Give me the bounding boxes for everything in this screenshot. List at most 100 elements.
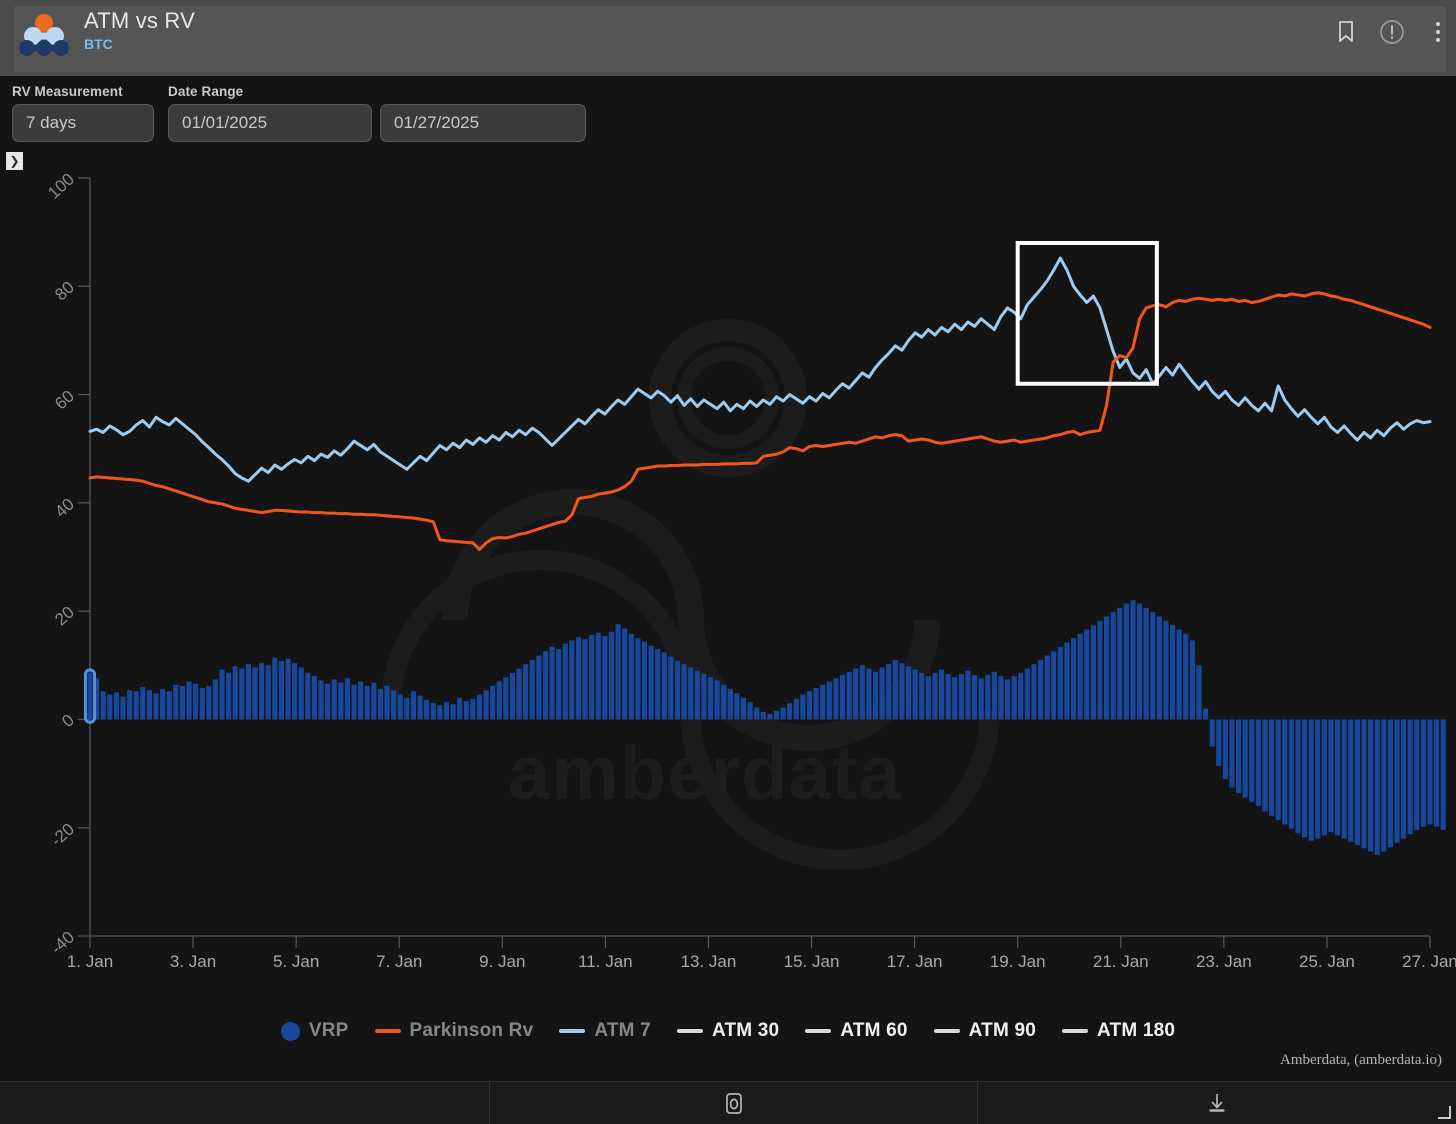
- vrp-bar[interactable]: [952, 677, 958, 720]
- vrp-bar[interactable]: [186, 681, 192, 720]
- vrp-bar[interactable]: [582, 639, 588, 720]
- vrp-bar[interactable]: [509, 672, 516, 720]
- vrp-bar[interactable]: [1374, 719, 1380, 855]
- vrp-bar[interactable]: [945, 673, 951, 720]
- series-line-parkinson-rv[interactable]: [88, 291, 1432, 551]
- vrp-bar[interactable]: [292, 663, 298, 720]
- vrp-bar[interactable]: [1321, 719, 1327, 836]
- vrp-bar[interactable]: [694, 670, 700, 720]
- vrp-bar[interactable]: [463, 701, 469, 720]
- vrp-bar[interactable]: [305, 672, 311, 720]
- vrp-bar[interactable]: [767, 714, 773, 720]
- vrp-bar[interactable]: [166, 691, 172, 720]
- vrp-bar[interactable]: [622, 628, 628, 720]
- vrp-bar[interactable]: [1196, 665, 1202, 720]
- vrp-bar[interactable]: [1077, 633, 1083, 720]
- vrp-bar[interactable]: [998, 676, 1004, 720]
- vrp-bar[interactable]: [1368, 719, 1374, 852]
- vrp-bar[interactable]: [793, 698, 799, 720]
- vrp-bar[interactable]: [1440, 719, 1446, 830]
- vrp-bar[interactable]: [1156, 616, 1162, 720]
- vrp-bar[interactable]: [575, 637, 582, 720]
- vrp-bar[interactable]: [120, 696, 126, 720]
- vrp-bar[interactable]: [483, 690, 489, 720]
- vrp-bar[interactable]: [140, 686, 146, 720]
- date-range-end-input[interactable]: 01/27/2025: [380, 104, 586, 142]
- vrp-bar[interactable]: [212, 679, 218, 720]
- rv-measurement-select[interactable]: 7 days: [12, 104, 154, 142]
- vrp-bar[interactable]: [516, 668, 522, 720]
- vrp-bar[interactable]: [1084, 629, 1090, 720]
- vrp-bar[interactable]: [437, 705, 443, 720]
- vrp-bar[interactable]: [681, 664, 687, 720]
- vrp-bar[interactable]: [1328, 719, 1334, 833]
- vrp-bar[interactable]: [1275, 719, 1281, 821]
- vrp-bar[interactable]: [272, 657, 278, 720]
- vrp-bar[interactable]: [259, 663, 265, 720]
- vrp-bar[interactable]: [278, 660, 284, 720]
- vrp-bar[interactable]: [813, 688, 819, 720]
- vrp-bar[interactable]: [1189, 640, 1195, 720]
- vrp-bar[interactable]: [107, 694, 113, 720]
- vrp-bar[interactable]: [780, 707, 786, 720]
- vrp-bar[interactable]: [1242, 719, 1248, 798]
- vrp-bar[interactable]: [800, 694, 806, 720]
- vrp-bar[interactable]: [523, 664, 529, 720]
- vrp-bar[interactable]: [734, 693, 740, 720]
- vrp-bar[interactable]: [318, 680, 324, 720]
- vrp-bar[interactable]: [358, 681, 364, 720]
- vrp-bar[interactable]: [1070, 638, 1077, 720]
- legend-item-atm-90[interactable]: ATM 90: [933, 1020, 1036, 1042]
- vrp-bar[interactable]: [1024, 668, 1030, 720]
- plot-svg[interactable]: [0, 150, 1456, 1060]
- vrp-bar[interactable]: [892, 659, 898, 720]
- vrp-bar[interactable]: [1209, 719, 1215, 747]
- vrp-bar[interactable]: [331, 679, 337, 720]
- vrp-bar[interactable]: [1414, 719, 1420, 830]
- vrp-bar[interactable]: [311, 676, 317, 720]
- vrp-bar[interactable]: [232, 666, 238, 720]
- vrp-bar[interactable]: [476, 694, 483, 720]
- legend-item-atm-60[interactable]: ATM 60: [805, 1020, 907, 1042]
- vrp-bar[interactable]: [866, 668, 872, 720]
- vrp-bar[interactable]: [1150, 612, 1156, 720]
- vrp-bar[interactable]: [648, 645, 654, 720]
- download-button[interactable]: [978, 1082, 1456, 1124]
- vrp-bar[interactable]: [1176, 629, 1182, 720]
- vrp-bar[interactable]: [965, 670, 971, 720]
- legend-item-parkinson-rv[interactable]: Parkinson Rv: [374, 1020, 534, 1042]
- vrp-bar[interactable]: [820, 684, 826, 720]
- vrp-bar[interactable]: [1427, 719, 1433, 825]
- vrp-bar[interactable]: [397, 694, 403, 720]
- vrp-bar[interactable]: [569, 640, 575, 720]
- vrp-bar[interactable]: [833, 678, 839, 720]
- date-range-start-input[interactable]: 01/01/2025: [168, 104, 372, 142]
- vrp-bar[interactable]: [160, 689, 166, 720]
- vrp-bar[interactable]: [127, 690, 133, 720]
- annotation-rectangle[interactable]: [1015, 240, 1159, 386]
- vrp-bar[interactable]: [879, 667, 885, 720]
- vrp-bar[interactable]: [853, 668, 859, 720]
- vrp-bar[interactable]: [338, 682, 344, 720]
- vrp-bar[interactable]: [1044, 655, 1050, 720]
- vrp-bar[interactable]: [252, 667, 258, 720]
- vrp-bar[interactable]: [1051, 651, 1057, 720]
- vrp-bar[interactable]: [1434, 719, 1440, 827]
- vrp-bar[interactable]: [615, 624, 621, 720]
- vrp-bar[interactable]: [859, 665, 865, 720]
- vrp-bar[interactable]: [1117, 607, 1123, 720]
- vrp-bar[interactable]: [391, 690, 397, 720]
- vrp-bar[interactable]: [740, 697, 747, 720]
- vrp-bar[interactable]: [1249, 719, 1255, 802]
- series-line-atm-7[interactable]: [88, 256, 1432, 483]
- vrp-bar[interactable]: [503, 677, 509, 720]
- vrp-bar[interactable]: [674, 660, 681, 720]
- vrp-bar[interactable]: [285, 658, 291, 720]
- vrp-bar[interactable]: [239, 668, 245, 720]
- vrp-bar[interactable]: [410, 691, 417, 720]
- vrp-bar[interactable]: [1387, 719, 1393, 848]
- vrp-bar[interactable]: [1354, 719, 1360, 846]
- vrp-bar[interactable]: [424, 699, 430, 720]
- vrp-bar[interactable]: [146, 690, 152, 720]
- vrp-bar[interactable]: [754, 707, 760, 720]
